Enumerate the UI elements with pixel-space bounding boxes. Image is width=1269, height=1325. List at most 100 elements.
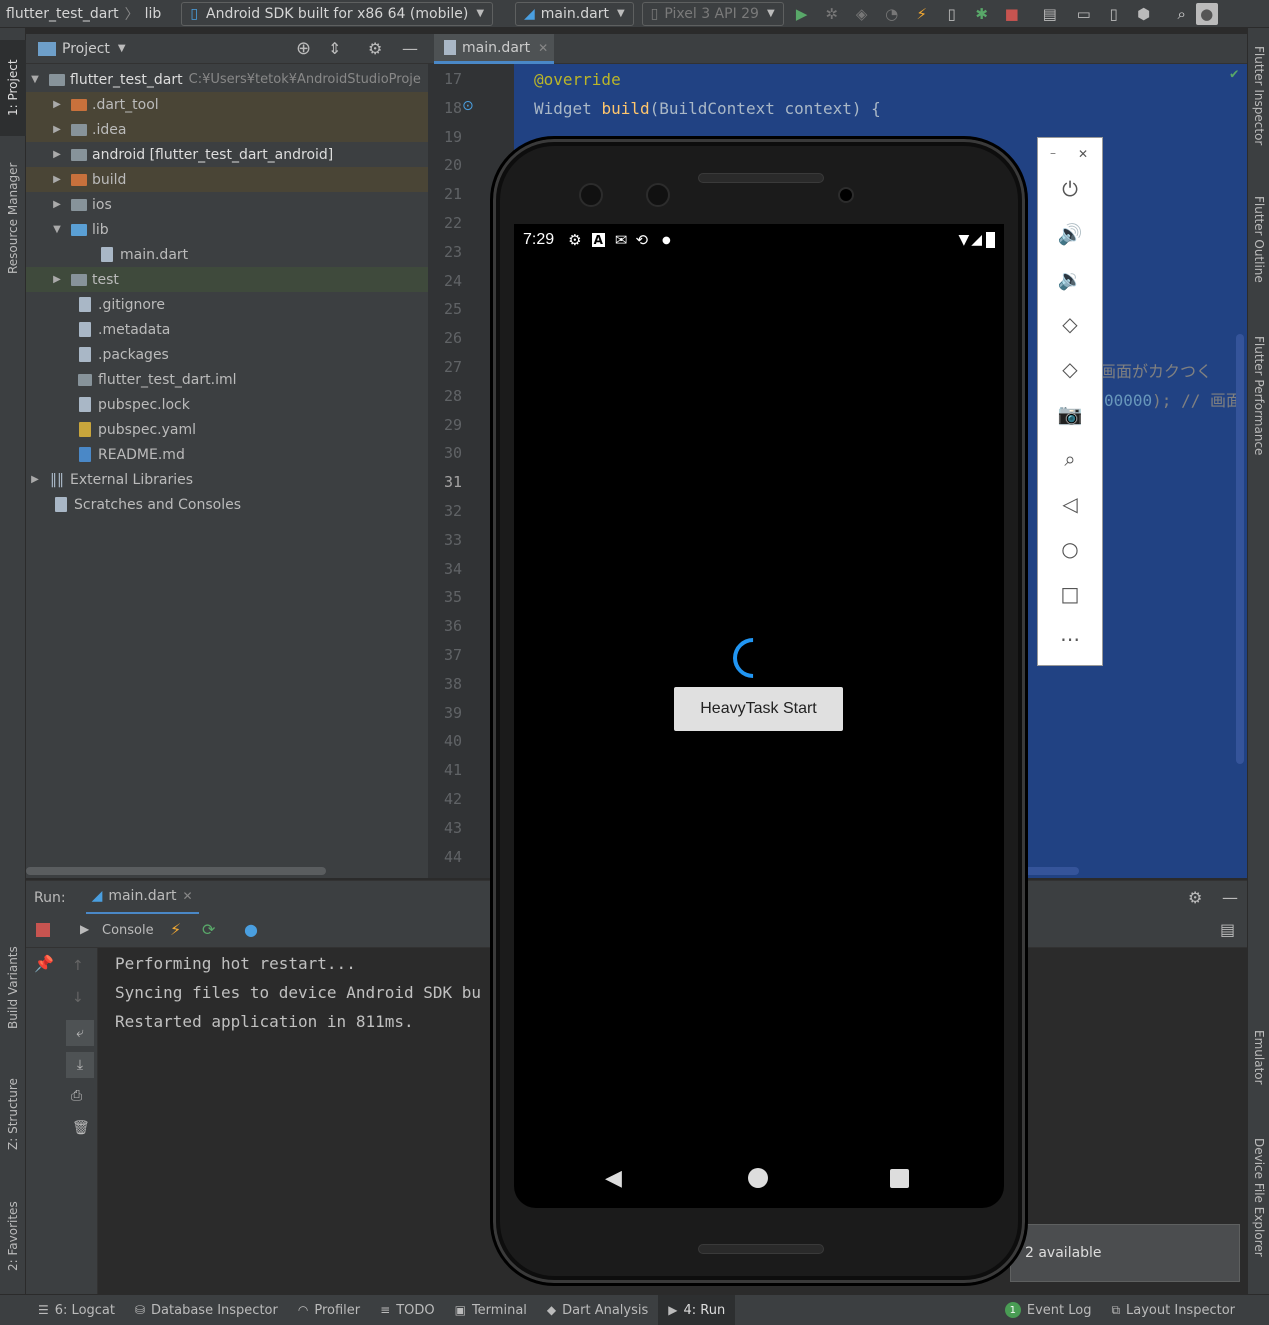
horizontal-scrollbar[interactable] xyxy=(26,867,326,875)
profile-icon[interactable]: ◔ xyxy=(880,2,904,26)
breadcrumb-lib[interactable]: lib xyxy=(139,6,168,22)
trash-icon[interactable]: 🗑 xyxy=(72,1120,90,1136)
override-marker-icon[interactable]: ⊙ xyxy=(462,98,474,114)
tree-item-lib[interactable]: ▼ lib xyxy=(26,217,428,242)
gear-icon[interactable]: ⚙ xyxy=(1188,888,1202,907)
rotate-left-button[interactable]: ◇ xyxy=(1038,304,1102,344)
chevron-right-icon[interactable]: ▶ xyxy=(50,149,64,160)
minimize-icon[interactable]: — xyxy=(402,39,418,58)
tab-event-log[interactable]: 1 Event Log xyxy=(995,1295,1102,1325)
chevron-right-icon[interactable]: ▶ xyxy=(50,199,64,210)
rotate-right-button[interactable]: ◇ xyxy=(1038,349,1102,389)
tab-dart-analysis[interactable]: ◆ Dart Analysis xyxy=(537,1295,658,1325)
back-button[interactable]: ◁ xyxy=(1038,484,1102,524)
tab-flutter-performance[interactable]: Flutter Performance xyxy=(1248,336,1269,496)
screenshot-button[interactable]: 📷 xyxy=(1038,394,1102,434)
home-button[interactable]: ○ xyxy=(1038,529,1102,569)
run-config-selector[interactable]: ◢ main.dart ▼ xyxy=(515,1,634,26)
locate-icon[interactable]: ⊕ xyxy=(296,38,311,59)
console-tab[interactable]: Console xyxy=(102,923,154,938)
tree-item-external-libraries[interactable]: ▶ ‖‖ External Libraries xyxy=(26,467,428,492)
hot-reload-icon[interactable]: ⚡ xyxy=(170,920,181,939)
tab-flutter-inspector[interactable]: Flutter Inspector xyxy=(1248,46,1269,186)
tab-favorites[interactable]: 2: Favorites xyxy=(0,1186,26,1286)
avd-selector[interactable]: ▯ Pixel 3 API 29 ▼ xyxy=(641,1,784,26)
coverage-icon[interactable]: ◈ xyxy=(850,2,874,26)
close-icon[interactable]: ✕ xyxy=(182,889,192,903)
tree-item-main-dart[interactable]: main.dart xyxy=(26,242,428,267)
gear-icon[interactable]: ⚙ xyxy=(368,39,382,58)
search-icon[interactable]: ⌕ xyxy=(1170,2,1194,26)
tree-item-build[interactable]: ▶ build xyxy=(26,167,428,192)
chevron-right-icon[interactable]: ▶ xyxy=(28,474,42,485)
chevron-right-icon[interactable]: ▶ xyxy=(50,124,64,135)
volume-up-button[interactable]: 🔊 xyxy=(1038,214,1102,254)
tree-item-dart-tool[interactable]: ▶ .dart_tool xyxy=(26,92,428,117)
tree-item-pubspec-lock[interactable]: pubspec.lock xyxy=(26,392,428,417)
stop-icon[interactable] xyxy=(36,923,50,937)
run-icon[interactable]: ▶ xyxy=(790,2,814,26)
flutter-attach-icon[interactable]: ✱ xyxy=(970,2,994,26)
tree-item-readme[interactable]: README.md xyxy=(26,442,428,467)
minimize-icon[interactable]: – xyxy=(1050,146,1056,160)
tree-item-ios[interactable]: ▶ ios xyxy=(26,192,428,217)
tree-item-iml[interactable]: flutter_test_dart.iml xyxy=(26,367,428,392)
tab-project[interactable]: 1: Project xyxy=(0,40,26,136)
scroll-to-end-icon[interactable]: ⤓ xyxy=(66,1052,94,1078)
project-panel-title[interactable]: Project xyxy=(62,41,110,57)
tree-item-pubspec-yaml[interactable]: pubspec.yaml xyxy=(26,417,428,442)
run-tab-main-dart[interactable]: ◢ main.dart ✕ xyxy=(85,881,199,915)
stop-icon[interactable]: ■ xyxy=(1000,2,1024,26)
device-selector[interactable]: ▯ Android SDK built for x86 64 (mobile) … xyxy=(181,1,494,26)
volume-down-button[interactable]: 🔉 xyxy=(1038,259,1102,299)
chevron-right-icon[interactable]: ▶ xyxy=(50,274,64,285)
layout-options-icon[interactable]: ▤ xyxy=(1220,920,1235,939)
chevron-down-icon[interactable]: ▼ xyxy=(50,224,64,235)
chevron-right-icon[interactable]: ▶ xyxy=(50,174,64,185)
tree-item-scratches[interactable]: Scratches and Consoles xyxy=(26,492,428,517)
project-structure-icon[interactable]: ▤ xyxy=(1038,2,1062,26)
heavytask-start-button[interactable]: HeavyTask Start xyxy=(674,687,843,731)
chevron-right-icon[interactable]: ▶ xyxy=(50,99,64,110)
power-button[interactable]: ⏻ xyxy=(1038,169,1102,209)
collapse-all-icon[interactable]: ⇕ xyxy=(328,39,341,58)
overview-button[interactable]: □ xyxy=(1038,574,1102,614)
debug-icon[interactable]: ✲ xyxy=(820,2,844,26)
breadcrumb-project[interactable]: flutter_test_dart xyxy=(0,6,125,22)
tree-item-android[interactable]: ▶ android [flutter_test_dart_android] xyxy=(26,142,428,167)
tab-terminal[interactable]: ▣ Terminal xyxy=(445,1295,537,1325)
pin-icon[interactable]: 📌 xyxy=(34,954,54,973)
editor-tab-main-dart[interactable]: main.dart ✕ xyxy=(434,34,554,64)
close-icon[interactable]: ✕ xyxy=(1078,147,1088,161)
tab-todo[interactable]: ≡ TODO xyxy=(370,1295,444,1325)
back-icon[interactable]: ◀ xyxy=(605,1166,622,1191)
vertical-scrollbar[interactable] xyxy=(1236,334,1244,764)
minimize-icon[interactable]: — xyxy=(1222,888,1238,907)
tab-profiler[interactable]: ◠ Profiler xyxy=(288,1295,370,1325)
hot-reload-icon[interactable]: ⚡ xyxy=(910,2,934,26)
tab-database-inspector[interactable]: ⛁ Database Inspector xyxy=(125,1295,288,1325)
horizontal-scrollbar[interactable] xyxy=(1024,867,1079,875)
avd-manager-icon[interactable]: ▭ xyxy=(1072,2,1096,26)
tree-item-metadata[interactable]: .metadata xyxy=(26,317,428,342)
hot-restart-icon[interactable]: ⟳ xyxy=(202,920,215,939)
more-button[interactable]: ⋯ xyxy=(1038,619,1102,659)
chevron-down-icon[interactable]: ▼ xyxy=(118,43,126,54)
apply-changes-icon[interactable]: ▯ xyxy=(940,2,964,26)
device-manager-icon[interactable]: ▯ xyxy=(1102,2,1126,26)
close-icon[interactable]: ✕ xyxy=(538,41,548,55)
tree-item-gitignore[interactable]: .gitignore xyxy=(26,292,428,317)
tab-structure[interactable]: Z: Structure xyxy=(0,1064,26,1164)
tab-layout-inspector[interactable]: ⧉ Layout Inspector xyxy=(1101,1295,1245,1325)
home-icon[interactable] xyxy=(748,1168,768,1188)
print-icon[interactable]: ⎙ xyxy=(71,1088,82,1104)
arrow-down-icon[interactable]: ↓ xyxy=(72,990,84,1006)
overview-icon[interactable] xyxy=(890,1169,909,1188)
soft-wrap-icon[interactable]: ⤶ xyxy=(66,1020,94,1046)
tab-logcat[interactable]: ☰ 6: Logcat xyxy=(28,1295,125,1325)
tree-item-test[interactable]: ▶ test xyxy=(26,267,428,292)
tree-root[interactable]: ▼ flutter_test_dart C:¥Users¥tetok¥Andro… xyxy=(26,67,428,92)
tab-resource-manager[interactable]: Resource Manager xyxy=(0,148,26,288)
tree-item-packages[interactable]: .packages xyxy=(26,342,428,367)
chevron-down-icon[interactable]: ▼ xyxy=(28,74,42,85)
